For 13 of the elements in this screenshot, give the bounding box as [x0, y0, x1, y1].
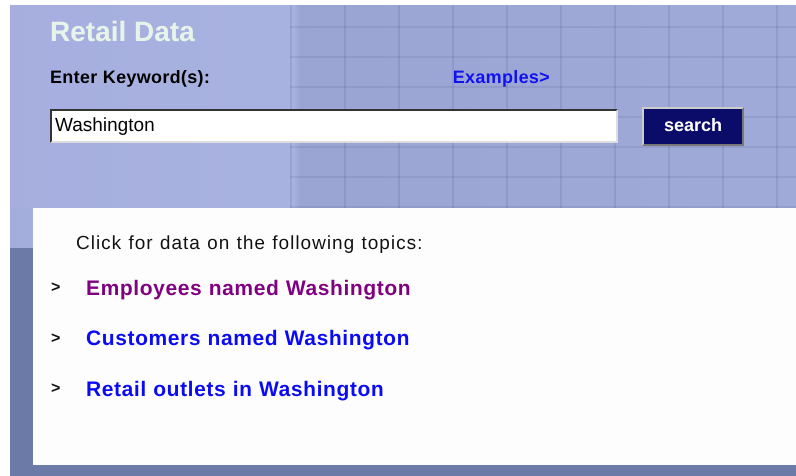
bullet-marker: > [51, 278, 62, 298]
side-strip [10, 208, 33, 248]
bullet-marker: > [51, 328, 62, 349]
intro-text: Click for data on the following topics: [76, 232, 424, 256]
search-button[interactable]: search [642, 106, 744, 146]
topic-link[interactable]: Customers named Washington [86, 323, 410, 354]
examples-link[interactable]: Examples> [452, 64, 550, 91]
topic-link[interactable]: Employees named Washington [86, 272, 412, 304]
bullet-marker: > [51, 379, 62, 400]
search-field[interactable]: Washington [50, 109, 618, 144]
keyword-label: Enter Keyword(s): [50, 66, 210, 89]
topic-link[interactable]: Retail outlets in Washington [86, 374, 384, 405]
page-title: Retail Data [50, 17, 196, 48]
